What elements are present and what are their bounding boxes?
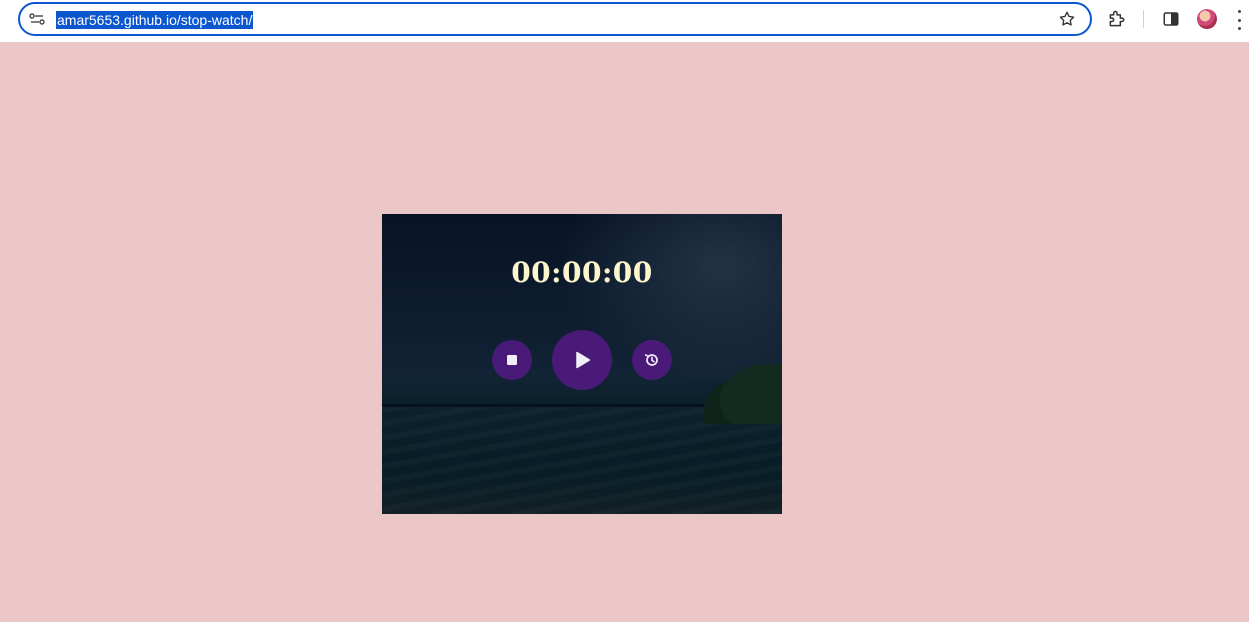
stopwatch-time-display: 00:00:00 [511, 256, 653, 289]
history-icon [644, 354, 658, 366]
stop-icon [507, 355, 517, 365]
toolbar-divider [1143, 10, 1144, 28]
reset-button[interactable] [632, 340, 672, 380]
profile-avatar[interactable] [1197, 9, 1217, 29]
play-button[interactable] [552, 330, 612, 390]
site-info-icon[interactable] [29, 12, 45, 26]
stopwatch-controls [382, 330, 782, 390]
stopwatch-card: 00:00:00 [382, 214, 782, 514]
url-text[interactable]: amar5653.github.io/stop-watch/ [56, 11, 254, 29]
address-bar[interactable]: amar5653.github.io/stop-watch/ [18, 2, 1092, 36]
side-panel-icon[interactable] [1160, 8, 1182, 30]
extensions-puzzle-icon[interactable] [1106, 8, 1128, 30]
play-icon [576, 351, 591, 369]
more-menu-icon[interactable] [1236, 10, 1242, 30]
bookmark-star-icon[interactable] [1058, 10, 1076, 28]
stop-button[interactable] [492, 340, 532, 380]
browser-toolbar: amar5653.github.io/stop-watch/ [0, 0, 1249, 42]
